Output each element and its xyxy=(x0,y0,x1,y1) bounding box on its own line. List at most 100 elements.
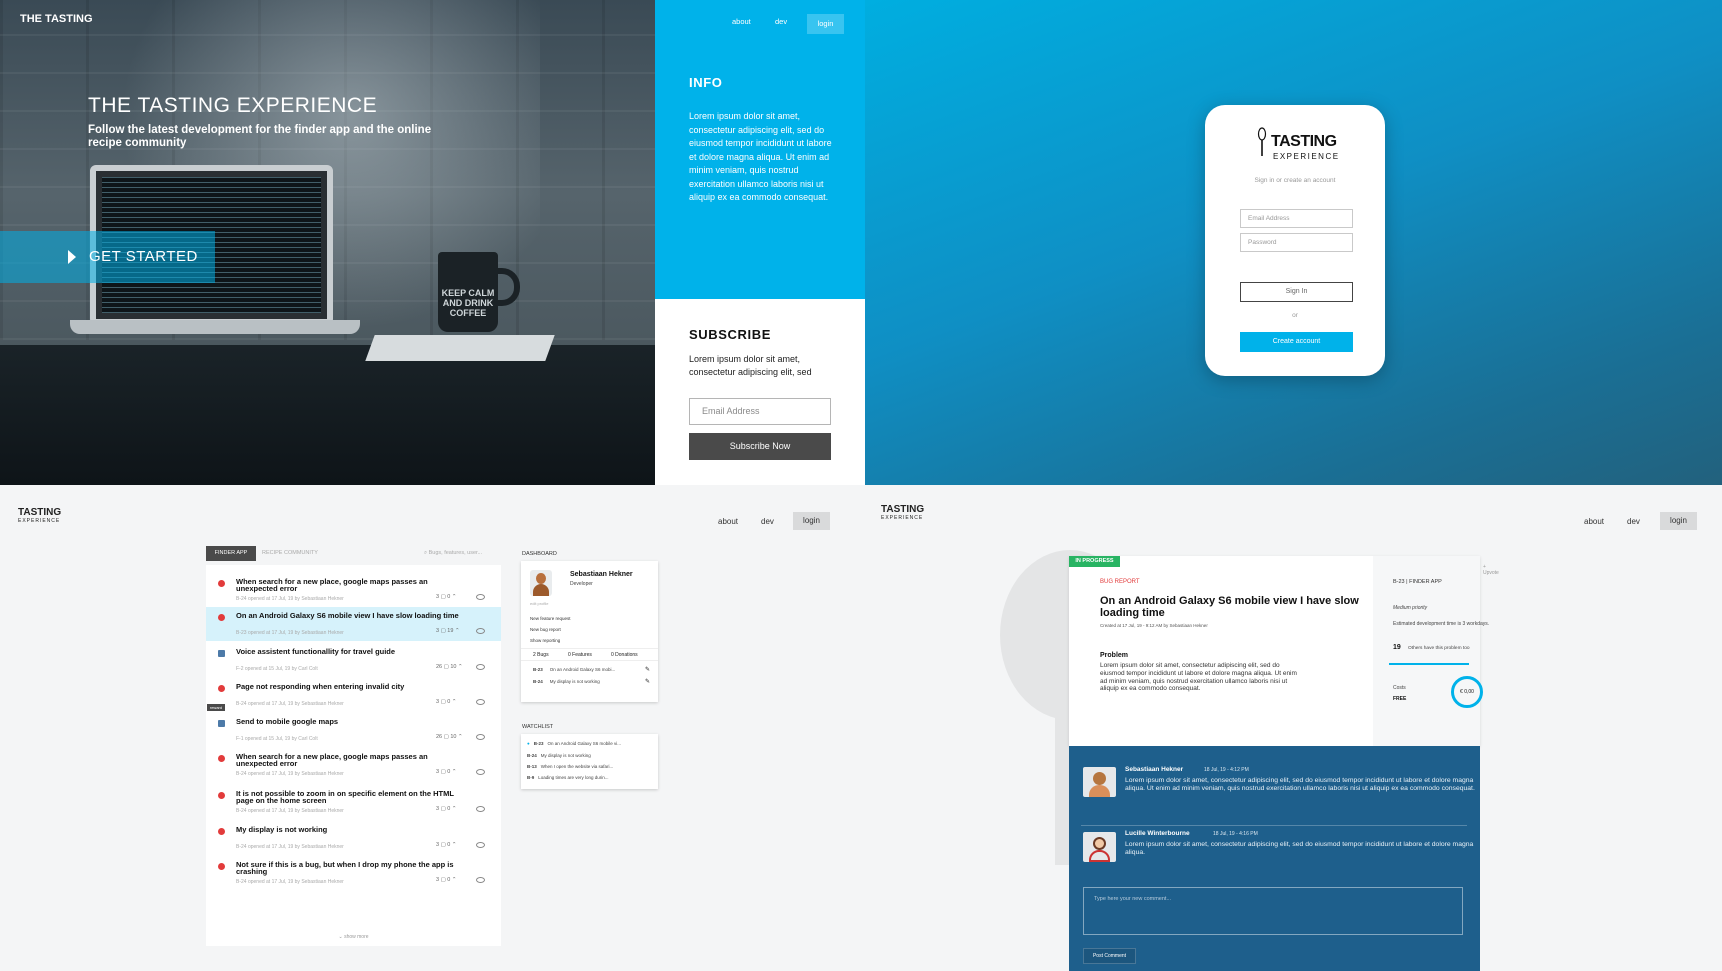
report-type-label: BUG REPORT xyxy=(1100,579,1140,585)
comment-input[interactable]: Type here your new comment... xyxy=(1083,887,1463,935)
priority-text: Medium priority xyxy=(1393,605,1428,611)
subscribe-body: Lorem ipsum dolor sit amet, consectetur … xyxy=(689,354,812,377)
info-panel: about dev login INFO Lorem ipsum dolor s… xyxy=(655,0,865,299)
comment-date: 18 Jul, 19 - 4:12 PM xyxy=(1204,767,1249,773)
comment-author: Sebastiaan Hekner xyxy=(1125,766,1184,773)
mug-label: KEEP CALM AND DRINK COFFEE xyxy=(441,288,495,318)
side-tag: reward xyxy=(207,704,225,711)
feature-icon xyxy=(218,720,225,727)
new-feature-link[interactable]: New feature request xyxy=(530,616,571,621)
edit-icon[interactable]: ✎ xyxy=(645,678,650,685)
watchlist-item[interactable]: B-24 My display is not working xyxy=(527,753,591,758)
bug-row[interactable]: My display is not working B-24 opened at … xyxy=(206,821,501,855)
search-input[interactable]: ⌕ Bugs, features, user... xyxy=(424,546,502,561)
divider xyxy=(1081,825,1467,826)
post-comment-button[interactable]: Post Comment xyxy=(1083,948,1136,964)
email-field[interactable]: Email Address xyxy=(1240,209,1353,228)
edit-icon[interactable]: ✎ xyxy=(645,666,650,673)
upvote-button[interactable]: + Upvote xyxy=(1483,564,1499,576)
my-item[interactable]: B-24 My display is not working xyxy=(533,679,600,684)
watch-eye-icon[interactable] xyxy=(476,734,485,740)
bug-stats: 3 ▢ 19 ⌃ xyxy=(436,628,460,634)
watch-eye-icon[interactable] xyxy=(476,699,485,705)
costs-label: Costs xyxy=(1393,685,1406,691)
dashboard-label: DASHBOARD xyxy=(522,551,557,557)
nav-login-button[interactable]: login xyxy=(793,512,830,530)
bug-stats: 26 ▢ 10 ⌃ xyxy=(436,734,463,740)
bug-meta: B-24 opened at 17 Jul, 19 by Sebastiaan … xyxy=(236,771,344,777)
estimate-text: Estimated development time is 3 workdays… xyxy=(1393,621,1490,627)
watch-eye-icon[interactable] xyxy=(476,594,485,600)
stat-bugs[interactable]: 2 Bugs xyxy=(533,652,549,658)
watchlist-item[interactable]: ● B-23 On an Android Galaxy S6 mobile vi..… xyxy=(527,741,621,746)
subscribe-button[interactable]: Subscribe Now xyxy=(689,433,831,460)
tab-finder-app[interactable]: FINDER APP xyxy=(206,546,256,561)
subscribe-panel: SUBSCRIBE Lorem ipsum dolor sit amet, co… xyxy=(655,299,865,485)
nav-login-button[interactable]: login xyxy=(807,14,844,34)
bug-icon xyxy=(218,755,225,762)
bug-row[interactable]: Send to mobile google maps F-1 opened at … xyxy=(206,713,501,747)
bug-icon xyxy=(218,863,225,870)
whisk-logo-icon xyxy=(1257,127,1267,156)
get-started-button[interactable]: GET STARTED xyxy=(0,231,215,283)
new-bug-link[interactable]: New bug report xyxy=(530,627,561,632)
bug-row[interactable]: It is not possible to zoom in on specifi… xyxy=(206,785,501,819)
password-field[interactable]: Password xyxy=(1240,233,1353,252)
nav-dev[interactable]: dev xyxy=(1627,517,1640,526)
nav-dev[interactable]: dev xyxy=(775,17,787,26)
logo[interactable]: THE TASTING xyxy=(20,14,93,25)
watch-eye-icon[interactable] xyxy=(476,769,485,775)
bug-row[interactable]: Not sure if this is a bug, but when I dr… xyxy=(206,856,501,890)
nav-about[interactable]: about xyxy=(732,17,751,26)
status-badge: IN PROGRESS xyxy=(1069,556,1120,567)
bug-row[interactable]: On an Android Galaxy S6 mobile view I ha… xyxy=(206,607,501,641)
bug-title: Voice assistent functionallity for trave… xyxy=(236,647,396,656)
watch-eye-icon[interactable] xyxy=(476,842,485,848)
bug-stats: 3 ▢ 0 ⌃ xyxy=(436,594,457,600)
watch-eye-icon[interactable] xyxy=(476,877,485,883)
hero-section: KEEP CALM AND DRINK COFFEE THE TASTING T… xyxy=(0,0,655,485)
tab-recipe-community[interactable]: RECIPE COMMUNITY xyxy=(262,546,318,561)
logo[interactable]: TASTING EXPERIENCE xyxy=(881,505,924,523)
nav-dev[interactable]: dev xyxy=(761,517,774,526)
bug-row[interactable]: When search for a new place, google maps… xyxy=(206,573,501,607)
nav-login-button[interactable]: login xyxy=(1660,512,1697,530)
nav-about[interactable]: about xyxy=(718,517,738,526)
report-created: Created at 17 Jul, 19 - 9:12 AM by Sebas… xyxy=(1100,623,1208,628)
bug-row[interactable]: Voice assistent functionallity for trave… xyxy=(206,643,501,677)
stat-donations[interactable]: 0 Donations xyxy=(611,652,638,658)
show-more-button[interactable]: ⌄ show more xyxy=(206,934,501,940)
bug-meta: B-24 opened at 17 Jul, 19 by Sebastiaan … xyxy=(236,701,344,707)
subscribe-email-input[interactable]: Email Address xyxy=(689,398,831,425)
watchlist-item[interactable]: B-13 When I open the website via safari..… xyxy=(527,764,613,769)
watch-eye-icon[interactable] xyxy=(476,806,485,812)
bug-meta: B-24 opened at 17 Jul, 19 by Sebastiaan … xyxy=(236,844,344,850)
costs-value: FREE xyxy=(1393,696,1407,702)
logo[interactable]: TASTING EXPERIENCE xyxy=(18,508,61,526)
hero-subtitle: Follow the latest development for the fi… xyxy=(88,124,432,149)
edit-profile-link[interactable]: edit profile xyxy=(530,601,548,606)
bug-icon xyxy=(218,792,225,799)
watch-eye-icon[interactable] xyxy=(476,628,485,634)
profile-name: Sebastiaan Hekner xyxy=(570,571,633,578)
watchlist-label: WATCHLIST xyxy=(522,724,554,730)
avatar xyxy=(1083,767,1116,797)
nav-about[interactable]: about xyxy=(1584,517,1604,526)
bug-detail-screen: TASTING EXPERIENCE about dev login IN PRO… xyxy=(865,485,1722,971)
bug-row[interactable]: When search for a new place, google maps… xyxy=(206,748,501,782)
watch-eye-icon[interactable] xyxy=(476,664,485,670)
my-item[interactable]: B-23 On an Android Galaxy S6 mobi... xyxy=(533,667,615,672)
donation-amount-button[interactable]: € 0,00 xyxy=(1451,676,1483,708)
sign-in-button[interactable]: Sign In xyxy=(1240,282,1353,302)
create-account-button[interactable]: Create account xyxy=(1240,332,1353,352)
watchlist-item[interactable]: B-9 Loading times are very long durin... xyxy=(527,775,609,780)
show-reporting-link[interactable]: Show reporting xyxy=(530,638,560,643)
bug-row[interactable]: Page not responding when entering invali… xyxy=(206,678,501,712)
stat-features[interactable]: 0 Features xyxy=(568,652,592,658)
comment-text: Lorem ipsum dolor sit amet, consectetur … xyxy=(1125,841,1474,856)
or-divider: or xyxy=(1292,312,1298,319)
divider xyxy=(1389,663,1469,665)
info-body: Lorem ipsum dolor sit amet, consectetur … xyxy=(689,111,832,202)
bug-icon xyxy=(218,685,225,692)
laptop-base xyxy=(70,320,360,334)
